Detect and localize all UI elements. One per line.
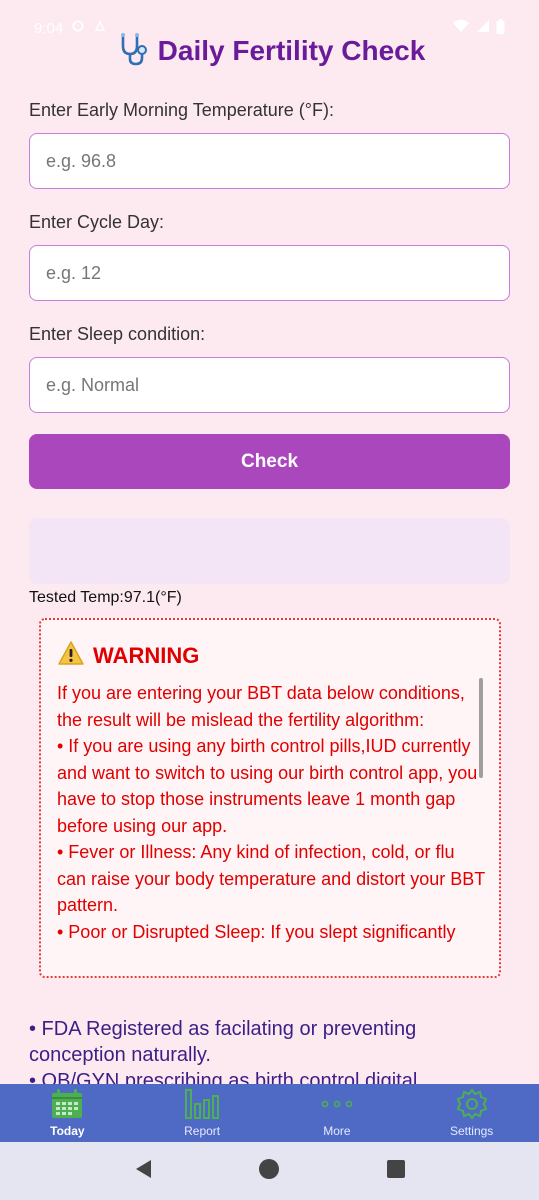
sleep-condition-input[interactable] — [46, 374, 493, 396]
nav-label-today: Today — [50, 1124, 85, 1138]
nav-item-report[interactable]: Report — [135, 1088, 269, 1138]
warning-item: • Fever or Illness: Any kind of infectio… — [57, 842, 485, 915]
nav-item-today[interactable]: Today — [0, 1088, 134, 1138]
warning-item: • Poor or Disrupted Sleep: If you slept … — [57, 921, 456, 942]
bottom-nav: Today Report More Settings — [0, 1084, 539, 1142]
page-title: Daily Fertility Check — [0, 28, 539, 74]
back-icon[interactable] — [133, 1158, 153, 1185]
warning-intro: If you are entering your BBT data below … — [57, 683, 465, 730]
bar-chart-icon — [184, 1088, 220, 1120]
nav-item-settings[interactable]: Settings — [405, 1088, 539, 1138]
warning-header: WARNING — [57, 640, 199, 671]
warning-scrollbar[interactable] — [479, 678, 483, 778]
warning-body: If you are entering your BBT data below … — [57, 680, 487, 960]
check-button[interactable]: Check — [29, 434, 510, 489]
sleep-condition-field[interactable] — [29, 357, 510, 413]
warning-box[interactable]: WARNING If you are entering your BBT dat… — [39, 618, 501, 978]
info-item: • OB/GYN prescribing as birth control di… — [29, 1070, 418, 1084]
warning-item: • If you are using any birth control pil… — [57, 736, 478, 836]
temperature-input[interactable] — [46, 150, 493, 172]
cycle-day-field[interactable] — [29, 245, 510, 301]
stethoscope-icon — [114, 31, 150, 72]
temperature-field[interactable] — [29, 133, 510, 189]
info-item: • FDA Registered as facilating or preven… — [29, 1018, 417, 1066]
home-icon[interactable] — [258, 1158, 280, 1185]
nav-item-more[interactable]: More — [270, 1088, 404, 1138]
warning-title: WARNING — [93, 642, 200, 668]
tested-temp-text: Tested Temp:97.1(°F) — [29, 589, 182, 606]
dots-icon — [320, 1088, 354, 1120]
nav-label-more: More — [323, 1124, 351, 1138]
sleep-condition-label: Enter Sleep condition: — [29, 324, 206, 344]
gear-icon — [456, 1088, 488, 1120]
nav-label-settings: Settings — [449, 1124, 494, 1138]
system-nav-bar — [0, 1142, 539, 1200]
info-list: • FDA Registered as facilating or preven… — [29, 1016, 509, 1084]
cycle-day-input[interactable] — [46, 262, 493, 284]
temperature-label: Enter Early Morning Temperature (°F): — [29, 100, 334, 120]
nav-label-report: Report — [184, 1124, 221, 1138]
app-title-text: Daily Fertility Check — [157, 35, 426, 66]
recents-icon[interactable] — [386, 1159, 406, 1184]
result-box — [29, 518, 510, 584]
warning-icon — [57, 640, 85, 671]
cycle-day-label: Enter Cycle Day: — [29, 212, 165, 232]
calendar-icon — [51, 1088, 83, 1120]
